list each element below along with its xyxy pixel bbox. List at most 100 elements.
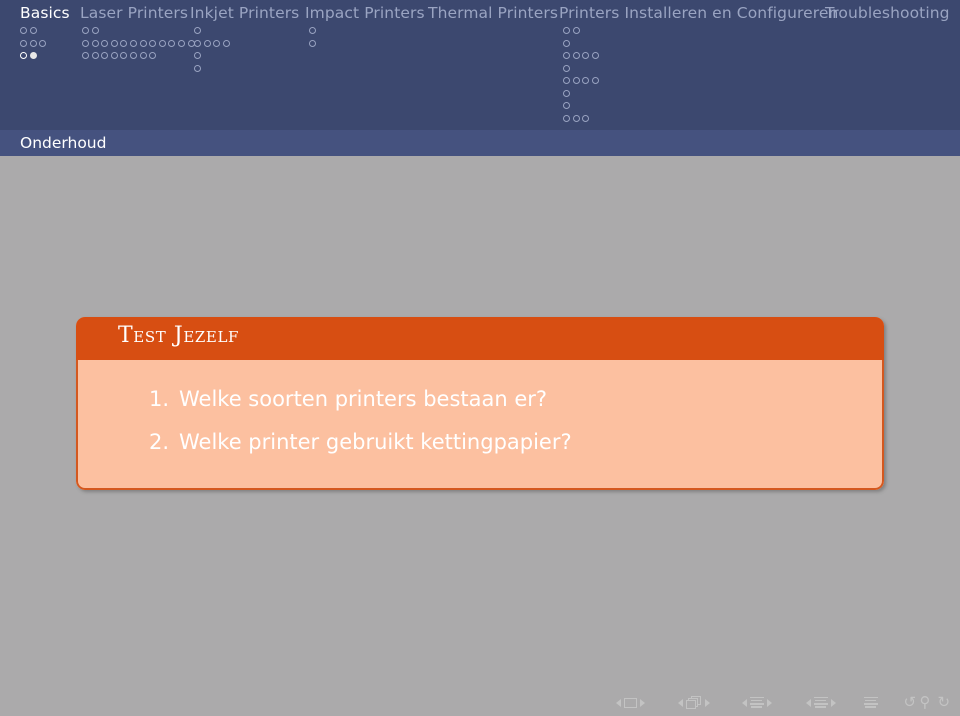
frame-dot[interactable] (29, 27, 37, 34)
question-item: 2. Welke printer gebruikt kettingpapier? (78, 421, 882, 464)
frame-dot[interactable] (149, 52, 157, 59)
frame-dot[interactable] (309, 39, 316, 47)
nav-group-frame-nav (676, 692, 711, 710)
frame-dot[interactable] (20, 39, 27, 47)
frame-dot[interactable] (177, 39, 185, 47)
frame-dot[interactable] (572, 27, 580, 34)
line-mark (749, 696, 764, 699)
subsection-bar[interactable]: Onderhoud (0, 130, 960, 156)
frame-dot[interactable] (582, 52, 590, 59)
frame-dot[interactable] (203, 39, 211, 47)
frames-icon[interactable] (685, 696, 702, 709)
frame-dot[interactable] (563, 114, 570, 122)
frame-dot[interactable] (149, 39, 157, 47)
section-tab-laser-printers[interactable]: Laser Printers (80, 2, 188, 24)
frame-dot[interactable] (563, 27, 570, 34)
test-jezelf-block: Test Jezelf 1. Welke soorten printers bes… (76, 317, 884, 490)
question-item: 1. Welke soorten printers bestaan er? (78, 378, 882, 421)
prev-frame-nav-icon[interactable] (677, 698, 683, 707)
frame-dot[interactable] (591, 77, 599, 84)
prev-subsection-nav-icon[interactable] (741, 698, 747, 707)
frame-dot[interactable] (139, 52, 147, 59)
line-mark (751, 706, 762, 709)
frame-dot[interactable] (563, 89, 570, 97)
frame-dot[interactable] (129, 52, 137, 59)
section-tab-impact-printers[interactable]: Impact Printers (305, 2, 425, 24)
frame-dot[interactable] (129, 39, 137, 47)
section-tab-inkjet-printers[interactable]: Inkjet Printers (190, 2, 299, 24)
frame-dot[interactable] (591, 52, 599, 59)
frame-dot[interactable] (572, 77, 580, 84)
frame-dot[interactable] (91, 39, 99, 47)
next-subsection-nav-icon[interactable] (766, 698, 772, 707)
frame-dot-row (563, 49, 601, 62)
subsection-title: Onderhoud (20, 134, 107, 152)
frame-icon[interactable] (623, 697, 637, 708)
frame-dot-row (194, 62, 232, 75)
frame-dot[interactable] (20, 52, 27, 59)
frame-dot[interactable] (572, 114, 580, 122)
frame-dot[interactable] (222, 39, 230, 47)
frame-dot[interactable] (572, 52, 580, 59)
frame-dot[interactable] (120, 39, 128, 47)
frame-dot[interactable] (194, 39, 201, 47)
frame-dot[interactable] (29, 52, 37, 59)
back-icon[interactable]: ↺ (904, 695, 917, 710)
frame-dot[interactable] (309, 27, 316, 34)
frame-dot[interactable] (39, 39, 47, 47)
frame-dot[interactable] (91, 27, 99, 34)
prev-section-nav-icon[interactable] (805, 698, 811, 707)
frame-dot[interactable] (91, 52, 99, 59)
frame-dot[interactable] (194, 64, 201, 72)
block-body: 1. Welke soorten printers bestaan er? 2. We… (76, 360, 884, 490)
frame-dot[interactable] (82, 52, 89, 59)
navigation-header: Basics Laser Printers Inkjet Printers Impac… (0, 0, 960, 130)
section-tab-basics[interactable]: Basics (20, 2, 70, 24)
search-icon[interactable]: ⚲ (920, 695, 931, 710)
frame-dot[interactable] (563, 64, 570, 72)
lines-icon[interactable] (813, 696, 828, 709)
frame-dot[interactable] (563, 102, 570, 109)
frame-dot[interactable] (101, 39, 109, 47)
frame-dot[interactable] (139, 39, 147, 47)
frame-dot[interactable] (168, 39, 176, 47)
section-tab-thermal-printers[interactable]: Thermal Printers (428, 2, 558, 24)
next-frame-nav-icon[interactable] (704, 698, 710, 707)
frame-dot[interactable] (158, 39, 166, 47)
line-mark (749, 703, 764, 705)
frame-dot[interactable] (194, 52, 201, 59)
section-tab-printers-installeren-en-configureren[interactable]: Printers Installeren en Configureren (559, 2, 838, 24)
next-slide-nav-icon[interactable] (639, 698, 645, 707)
frame-dot[interactable] (29, 39, 37, 47)
beamer-slide: Basics Laser Printers Inkjet Printers Impac… (0, 0, 960, 716)
question-text: Welke soorten printers bestaan er? (179, 387, 548, 411)
forward-icon[interactable]: ↻ (938, 695, 951, 710)
frame-dot[interactable] (101, 52, 109, 59)
lines-icon[interactable] (749, 696, 764, 709)
lines-icon[interactable] (863, 696, 878, 709)
frame-dot[interactable] (82, 39, 89, 47)
frame-dot-row (20, 24, 49, 37)
frame-dot[interactable] (582, 114, 590, 122)
frame-dot[interactable] (213, 39, 221, 47)
nav-group-search-icon: ⚲ (918, 692, 932, 710)
frame-dot-row (309, 24, 319, 37)
frame-dot[interactable] (20, 27, 27, 34)
nav-group-section-nav (804, 692, 837, 710)
frame-dot[interactable] (563, 52, 570, 59)
block-title-bar: Test Jezelf (76, 317, 884, 360)
frame-dot[interactable] (110, 52, 118, 59)
frame-dot[interactable] (110, 39, 118, 47)
frame-dot[interactable] (120, 52, 128, 59)
next-section-nav-icon[interactable] (830, 698, 836, 707)
frame-dot[interactable] (194, 27, 201, 34)
line-mark (863, 703, 878, 705)
prev-slide-nav-icon[interactable] (615, 698, 621, 707)
frame-dot[interactable] (82, 27, 89, 34)
frame-dot[interactable] (563, 77, 570, 84)
frame-dot-row (194, 37, 232, 50)
frame-dot[interactable] (582, 77, 590, 84)
section-tab-troubleshooting[interactable]: Troubleshooting (825, 2, 950, 24)
frame-dot[interactable] (563, 39, 570, 47)
question-text: Welke printer gebruikt kettingpapier? (179, 430, 572, 454)
